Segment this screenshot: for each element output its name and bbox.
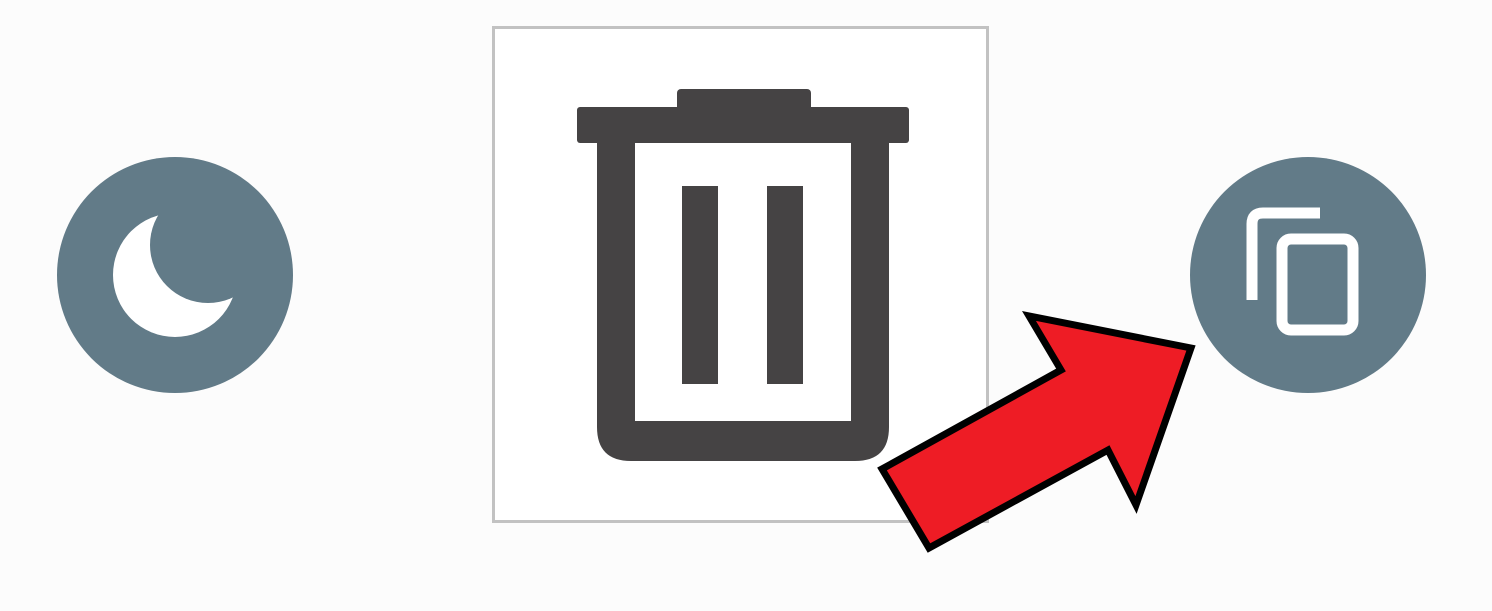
copy-icon — [1246, 207, 1359, 336]
moon-icon — [57, 157, 293, 393]
trash-icon — [577, 89, 909, 461]
delete-button[interactable] — [492, 26, 989, 523]
icon-toolbar — [0, 0, 1492, 611]
night-mode-button[interactable] — [57, 157, 293, 393]
copy-button[interactable] — [1190, 157, 1426, 393]
